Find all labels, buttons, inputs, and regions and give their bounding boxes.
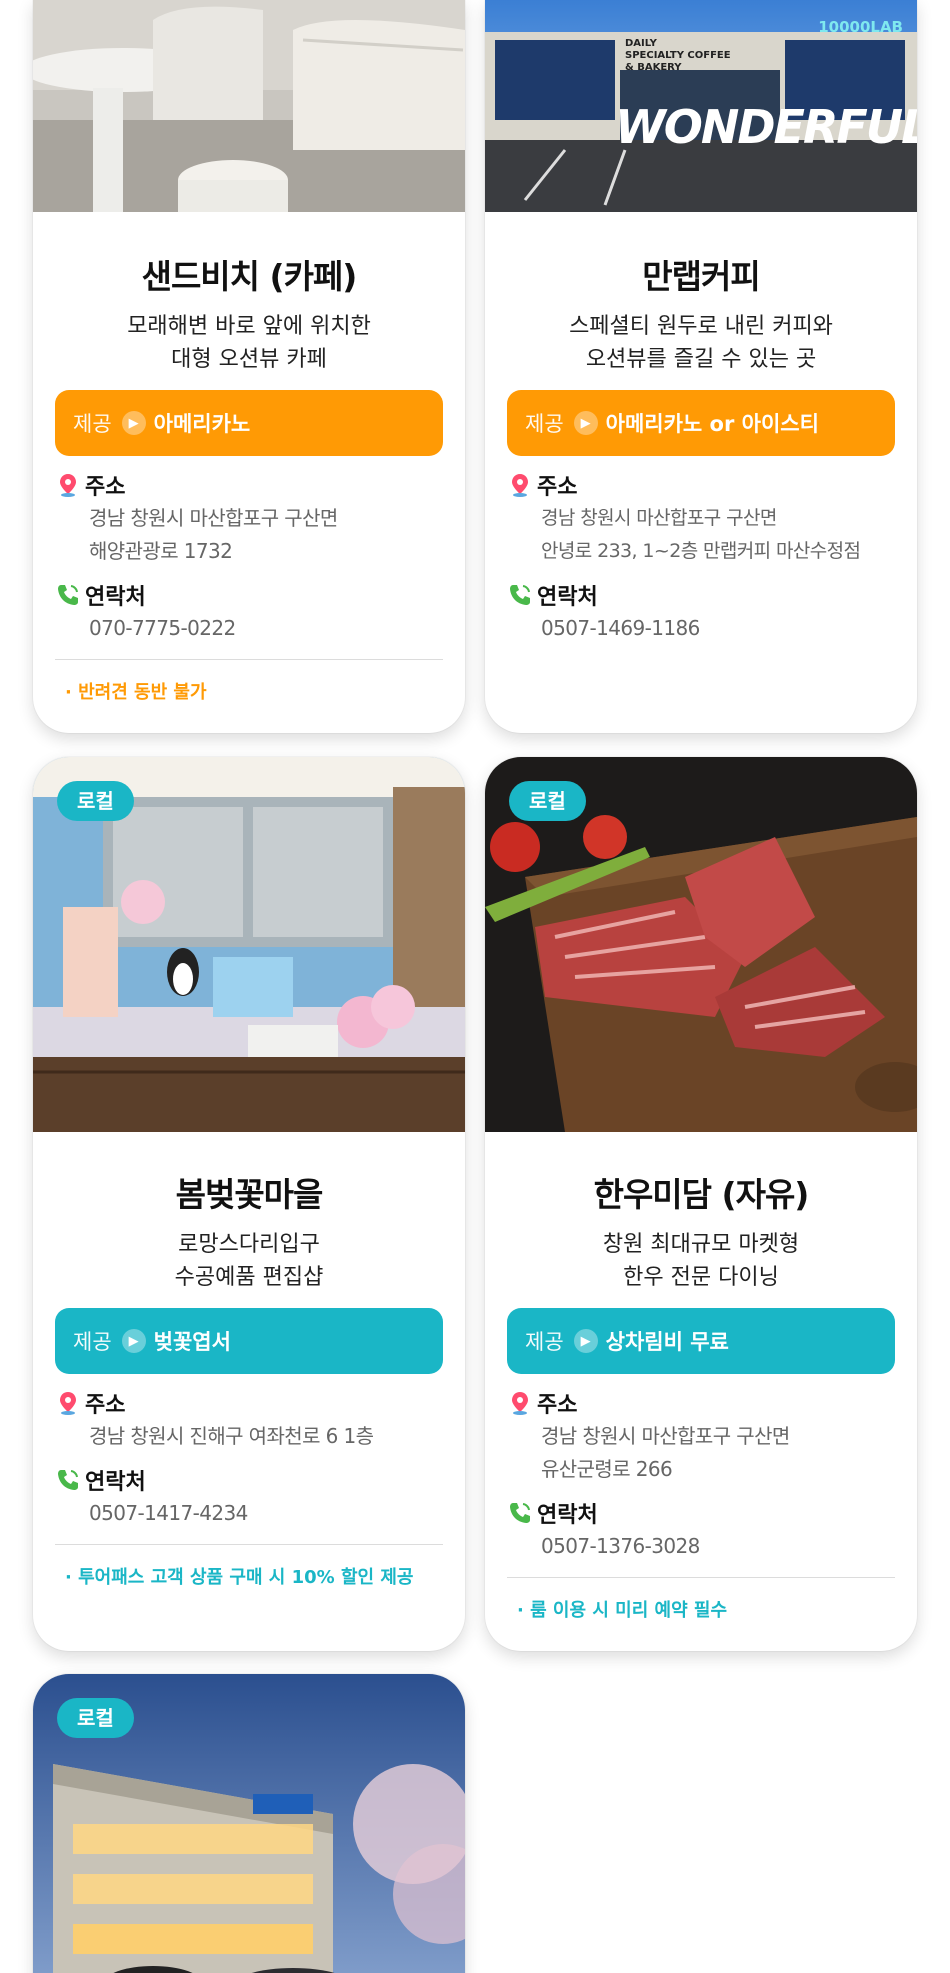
place-photo: [33, 0, 465, 212]
place-card-sandbeach[interactable]: 샌드비치 (카페) 모래해변 바로 앞에 위치한 대형 오션뷰 카페 제공 ▶ …: [33, 0, 465, 733]
local-badge: 로컬: [509, 781, 586, 821]
offer-item: 아메리카노: [153, 412, 251, 436]
address-block: 주소 경남 창원시 진해구 여좌천로 6 1층: [55, 1386, 443, 1453]
offer-banner: 제공 ▶ 아메리카노: [55, 390, 443, 456]
description-line: 한우 전문 다이닝: [623, 1265, 779, 1290]
chevron-right-icon: ▶: [121, 411, 146, 435]
address-label: 주소: [537, 475, 578, 500]
offer-label: 제공: [73, 412, 112, 436]
description-line: 스페셜티 원두로 내린 커피와: [569, 314, 833, 339]
contact-label: 연락처: [85, 1470, 146, 1495]
address-block: 주소 경남 창원시 마산합포구 구산면 해양관광로 1732: [55, 468, 443, 568]
contact-block: 연락처 0507-1376-3028: [507, 1496, 895, 1563]
place-photo: 로컬: [33, 1674, 465, 1973]
offer-label: 제공: [73, 1330, 112, 1354]
phone-number[interactable]: 0507-1417-4234: [55, 1497, 443, 1530]
divider: [507, 1577, 895, 1578]
photo-word: WONDERFUL: [615, 100, 917, 154]
contact-block: 연락처 070-7775-0222: [55, 578, 443, 645]
offer-label: 제공: [525, 412, 564, 436]
place-photo: 로컬: [485, 757, 917, 1132]
offer-item: 벚꽃엽서: [153, 1330, 231, 1354]
phone-number[interactable]: 070-7775-0222: [55, 612, 443, 645]
place-title: 샌드비치 (카페): [141, 257, 358, 296]
chevron-right-icon: ▶: [573, 411, 598, 435]
note-text: · 반려견 동반 불가: [65, 682, 207, 703]
phone-icon: [507, 582, 533, 608]
address-text: 경남 창원시 마산합포구 구산면 유산군령로 266: [507, 1420, 895, 1486]
phone-number[interactable]: 0507-1376-3028: [507, 1530, 895, 1563]
offer-banner: 제공 ▶ 아메리카노 or 아이스티: [507, 390, 895, 456]
place-title: 한우미담 (자유): [593, 1175, 810, 1214]
contact-label: 연락처: [85, 585, 146, 610]
location-pin-icon: [55, 1390, 81, 1416]
note-text: · 룸 이용 시 미리 예약 필수: [517, 1600, 728, 1621]
address-line: 유산군령로 266: [541, 1457, 673, 1481]
address-line: 해양관광로 1732: [89, 539, 233, 563]
address-label: 주소: [537, 1393, 578, 1418]
place-card-hanwoo-midam[interactable]: 로컬 한우미담 (자유) 창원 최대규모 마켓형 한우 전문 다이닝 제공 ▶ …: [485, 757, 917, 1651]
contact-block: 연락처 0507-1417-4234: [55, 1463, 443, 1530]
place-title: 만랩커피: [642, 257, 760, 296]
place-description: 로망스다리입구 수공예품 편집샵: [55, 1228, 443, 1294]
chevron-right-icon: ▶: [573, 1329, 598, 1353]
phone-icon: [507, 1500, 533, 1526]
chevron-right-icon: ▶: [121, 1329, 146, 1353]
offer-item: 상차림비 무료: [605, 1330, 729, 1354]
contact-label: 연락처: [537, 1503, 598, 1528]
address-text: 경남 창원시 마산합포구 구산면 안녕로 233, 1~2층 만랩커피 마산수정…: [507, 502, 895, 568]
place-description: 스페셜티 원두로 내린 커피와 오션뷰를 즐길 수 있는 곳: [507, 310, 895, 376]
description-line: 오션뷰를 즐길 수 있는 곳: [585, 347, 817, 372]
address-label: 주소: [85, 475, 126, 500]
address-line: 경남 창원시 마산합포구 구산면: [541, 507, 777, 529]
address-line: 경남 창원시 진해구 여좌천로 6 1층: [89, 1424, 374, 1448]
address-line: 경남 창원시 마산합포구 구산면: [89, 506, 338, 530]
location-pin-icon: [507, 472, 533, 498]
address-line: 경남 창원시 마산합포구 구산면: [541, 1424, 790, 1448]
place-description: 모래해변 바로 앞에 위치한 대형 오션뷰 카페: [55, 310, 443, 376]
place-card-spring-blossom-village[interactable]: 로컬 봄벚꽃마을 로망스다리입구 수공예품 편집샵 제공 ▶ 벚꽃엽서 주소 경…: [33, 757, 465, 1651]
description-line: 모래해변 바로 앞에 위치한: [127, 314, 371, 339]
photo-sign: DAILY SPECIALTY COFFEE & BAKERY: [625, 38, 731, 74]
local-badge: 로컬: [57, 781, 134, 821]
phone-number[interactable]: 0507-1469-1186: [507, 612, 895, 645]
page: 샌드비치 (카페) 모래해변 바로 앞에 위치한 대형 오션뷰 카페 제공 ▶ …: [0, 0, 950, 1973]
note-text: · 투어패스 고객 상품 구매 시 10% 할인 제공: [65, 1567, 414, 1588]
place-photo: 로컬: [33, 757, 465, 1132]
place-card-local-building[interactable]: 로컬: [33, 1674, 465, 1973]
description-line: 수공예품 편집샵: [174, 1265, 324, 1290]
address-label: 주소: [85, 1393, 126, 1418]
divider: [55, 1544, 443, 1545]
divider: [55, 659, 443, 660]
address-text: 경남 창원시 진해구 여좌천로 6 1층: [55, 1420, 443, 1453]
phone-icon: [55, 582, 81, 608]
offer-label: 제공: [525, 1330, 564, 1354]
photo-logo: 10000LAB: [818, 18, 903, 36]
location-pin-icon: [507, 1390, 533, 1416]
contact-block: 연락처 0507-1469-1186: [507, 578, 895, 645]
local-badge: 로컬: [57, 1698, 134, 1738]
offer-item: 아메리카노 or 아이스티: [605, 412, 819, 436]
place-description: 창원 최대규모 마켓형 한우 전문 다이닝: [507, 1228, 895, 1294]
place-card-manlab-coffee[interactable]: DAILY SPECIALTY COFFEE & BAKERY 10000LAB…: [485, 0, 917, 733]
address-line: 안녕로 233, 1~2층 만랩커피 마산수정점: [541, 540, 861, 562]
address-block: 주소 경남 창원시 마산합포구 구산면 유산군령로 266: [507, 1386, 895, 1486]
description-line: 대형 오션뷰 카페: [171, 347, 327, 372]
address-text: 경남 창원시 마산합포구 구산면 해양관광로 1732: [55, 502, 443, 568]
location-pin-icon: [55, 472, 81, 498]
contact-label: 연락처: [537, 585, 598, 610]
place-photo: DAILY SPECIALTY COFFEE & BAKERY 10000LAB…: [485, 0, 917, 212]
phone-icon: [55, 1467, 81, 1493]
place-title: 봄벚꽃마을: [175, 1175, 324, 1214]
address-block: 주소 경남 창원시 마산합포구 구산면 안녕로 233, 1~2층 만랩커피 마…: [507, 468, 895, 568]
sign-line: SPECIALTY COFFEE: [625, 50, 731, 61]
description-line: 창원 최대규모 마켓형: [602, 1232, 800, 1257]
sign-line: DAILY: [625, 38, 657, 49]
offer-banner: 제공 ▶ 벚꽃엽서: [55, 1308, 443, 1374]
description-line: 로망스다리입구: [178, 1232, 320, 1257]
sign-line: & BAKERY: [625, 62, 682, 73]
offer-banner: 제공 ▶ 상차림비 무료: [507, 1308, 895, 1374]
